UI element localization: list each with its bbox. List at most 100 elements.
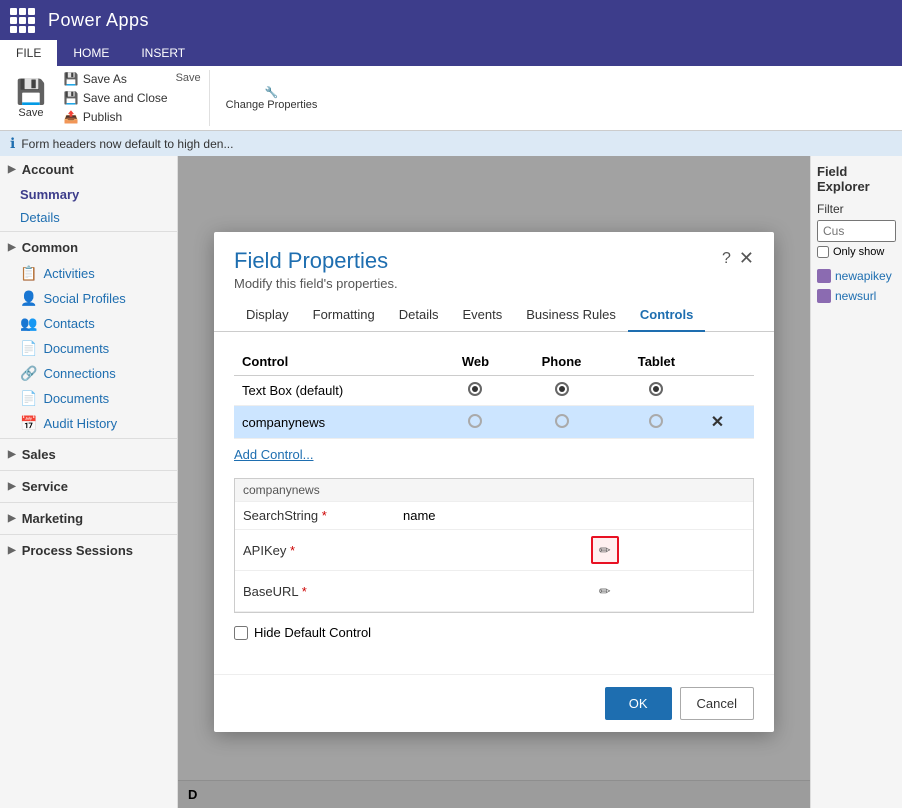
sidebar-section-sales[interactable]: ▶ Sales <box>0 441 177 468</box>
divider-1 <box>0 231 177 232</box>
app-title: Power Apps <box>48 10 149 31</box>
save-icon: 💾 <box>16 78 46 107</box>
field-item-newsurl[interactable]: newsurl <box>817 286 896 306</box>
social-icon: 👤 <box>20 290 37 307</box>
save-button[interactable]: 💾 Save <box>8 74 54 123</box>
sidebar-item-activities[interactable]: 📋 Activities <box>0 261 177 286</box>
delete-companynews-button[interactable]: ✕ <box>711 412 724 432</box>
only-show-checkbox[interactable] <box>817 246 829 258</box>
contacts-icon: 👥 <box>20 315 37 332</box>
sidebar-item-summary[interactable]: Summary <box>0 183 177 206</box>
tab-controls[interactable]: Controls <box>628 299 705 332</box>
save-close-button[interactable]: 💾 Save and Close <box>58 89 174 107</box>
table-row[interactable]: companynews ✕ <box>234 406 754 439</box>
delete-cell <box>703 376 754 406</box>
tablet-radio-companynews[interactable] <box>649 414 663 428</box>
required-star-3: * <box>302 584 307 599</box>
divider-3 <box>0 470 177 471</box>
modal-close-button[interactable]: ✕ <box>739 248 754 269</box>
tablet-radio-textbox[interactable] <box>649 382 663 396</box>
sidebar-section-process-sessions[interactable]: ▶ Process Sessions <box>0 537 177 564</box>
companynews-phone-cell[interactable] <box>513 406 610 439</box>
field-item-newapikey[interactable]: newapikey <box>817 266 896 286</box>
baseurl-edit-button[interactable]: ✏ <box>591 577 619 605</box>
apikey-edit-button[interactable]: ✏ <box>591 536 619 564</box>
modal-header-text: Field Properties Modify this field's pro… <box>234 248 398 291</box>
sidebar-item-documents[interactable]: 📄 Documents <box>0 336 177 361</box>
modal-overlay: Field Properties Modify this field's pro… <box>178 156 810 808</box>
tab-business-rules[interactable]: Business Rules <box>514 299 628 332</box>
tab-details[interactable]: Details <box>387 299 451 332</box>
sidebar-item-social-profiles[interactable]: 👤 Social Profiles <box>0 286 177 311</box>
cancel-button[interactable]: Cancel <box>680 687 754 720</box>
sidebar-item-contacts[interactable]: 👥 Contacts <box>0 311 177 336</box>
account-arrow-icon: ▶ <box>8 164 16 175</box>
phone-radio-cell[interactable] <box>513 376 610 406</box>
tab-insert[interactable]: INSERT <box>125 40 201 66</box>
web-radio-textbox[interactable] <box>468 382 482 396</box>
hide-default-row: Hide Default Control <box>234 625 754 640</box>
waffle-icon[interactable] <box>10 8 40 33</box>
sales-arrow-icon: ▶ <box>8 449 16 460</box>
sidebar-item-connections[interactable]: 🔗 Connections <box>0 361 177 386</box>
add-control-link[interactable]: Add Control... <box>234 447 314 462</box>
filter-label: Filter <box>817 202 896 216</box>
web-radio-companynews[interactable] <box>468 414 482 428</box>
change-properties-button[interactable]: 🔧 Change Properties <box>218 82 326 115</box>
companynews-tablet-cell[interactable] <box>610 406 703 439</box>
ribbon: FILE HOME INSERT 💾 Save 💾 Save As 💾 Save… <box>0 40 902 131</box>
property-row-apikey: APIKey * ✏ <box>235 530 753 571</box>
tablet-col-header: Tablet <box>610 348 703 376</box>
modal-header: Field Properties Modify this field's pro… <box>214 232 774 299</box>
sidebar-item-details[interactable]: Details <box>0 206 177 229</box>
field-explorer-items: newapikey newsurl <box>817 266 896 306</box>
ok-button[interactable]: OK <box>605 687 672 720</box>
property-row-baseurl: BaseURL * ✏ <box>235 571 753 612</box>
tablet-radio-cell[interactable] <box>610 376 703 406</box>
only-show-label: Only show <box>833 246 884 258</box>
save-as-button[interactable]: 💾 Save As <box>58 70 174 88</box>
hide-default-label: Hide Default Control <box>254 625 371 640</box>
apikey-value <box>395 530 583 571</box>
sidebar-section-marketing[interactable]: ▶ Marketing <box>0 505 177 532</box>
field-item-icon <box>817 269 831 283</box>
property-section: companynews SearchString * name APIKey * <box>234 478 754 613</box>
apikey-edit-icon: ✏ <box>599 542 611 559</box>
phone-radio-companynews[interactable] <box>555 414 569 428</box>
controls-table: Control Web Phone Tablet Text Box (defau… <box>234 348 754 439</box>
audit-icon: 📅 <box>20 415 37 432</box>
apikey-edit-cell: ✏ <box>583 530 753 571</box>
baseurl-edit-cell: ✏ <box>583 571 753 612</box>
field-item-icon-2 <box>817 289 831 303</box>
activities-icon: 📋 <box>20 265 37 282</box>
save-close-icon: 💾 <box>64 91 79 105</box>
web-radio-cell[interactable] <box>438 376 513 406</box>
sidebar-item-audit-history[interactable]: 📅 Audit History <box>0 411 177 436</box>
tab-display[interactable]: Display <box>234 299 301 332</box>
tab-formatting[interactable]: Formatting <box>301 299 387 332</box>
property-section-title: companynews <box>235 479 753 502</box>
sidebar-item-documents2[interactable]: 📄 Documents <box>0 386 177 411</box>
companynews-web-cell[interactable] <box>438 406 513 439</box>
sidebar-section-common[interactable]: ▶ Common <box>0 234 177 261</box>
filter-input[interactable] <box>817 220 896 242</box>
sidebar: ▶ Account Summary Details ▶ Common 📋 Act… <box>0 156 178 808</box>
divider-4 <box>0 502 177 503</box>
web-col-header: Web <box>438 348 513 376</box>
ribbon-save-group: 💾 Save 💾 Save As 💾 Save and Close 📤 Publ… <box>8 70 210 126</box>
control-name-cell: Text Box (default) <box>234 376 438 406</box>
modal-help-button[interactable]: ? <box>722 250 731 268</box>
only-show-row: Only show <box>817 246 896 258</box>
searchstring-edit-cell <box>583 502 753 530</box>
modal-actions: ? ✕ <box>722 248 754 269</box>
ribbon-content: 💾 Save 💾 Save As 💾 Save and Close 📤 Publ… <box>0 66 902 130</box>
sidebar-section-account[interactable]: ▶ Account <box>0 156 177 183</box>
tab-home[interactable]: HOME <box>57 40 125 66</box>
phone-radio-textbox[interactable] <box>555 382 569 396</box>
hide-default-checkbox[interactable] <box>234 626 248 640</box>
tab-file[interactable]: FILE <box>0 40 57 66</box>
service-arrow-icon: ▶ <box>8 481 16 492</box>
publish-button[interactable]: 📤 Publish <box>58 108 174 126</box>
sidebar-section-service[interactable]: ▶ Service <box>0 473 177 500</box>
tab-events[interactable]: Events <box>451 299 515 332</box>
